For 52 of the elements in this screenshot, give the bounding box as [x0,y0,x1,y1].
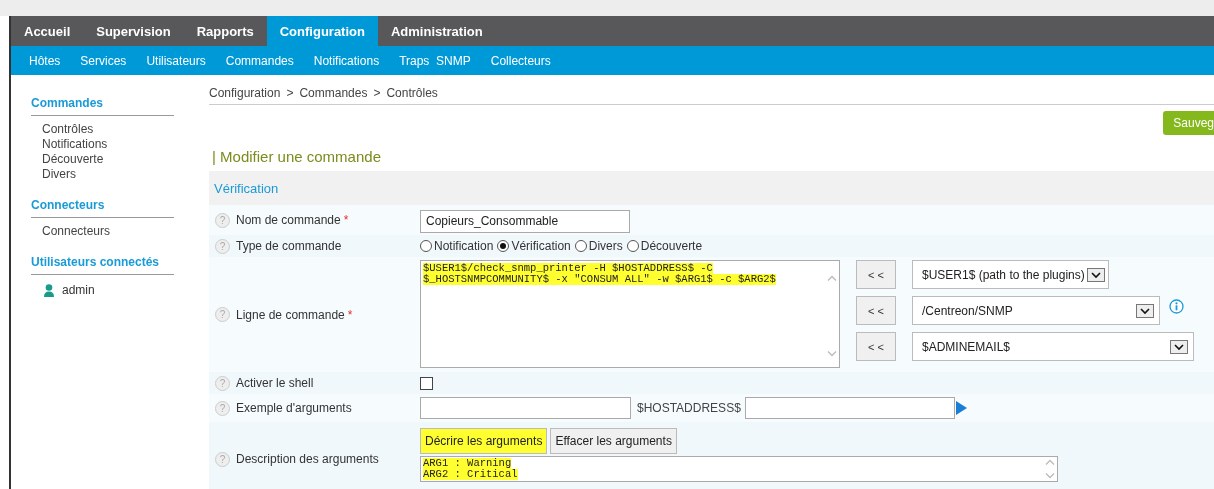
breadcrumb-separator: > [373,86,381,100]
macro-dropdown[interactable]: $ADMINEMAIL$ [912,332,1194,361]
sidebar-item[interactable]: Notifications [31,137,194,152]
action-button[interactable]: Effacer les arguments [550,428,677,454]
sidebar-heading: Commandes [31,94,174,116]
checkbox[interactable] [420,376,433,390]
field-label: Ligne de commande [236,307,345,322]
macro-dropdown[interactable]: $USER1$ (path to the plugins) [912,260,1109,289]
required-mark: * [347,307,353,322]
sidebar-item[interactable]: Divers [31,167,194,182]
nav-tab[interactable]: Supervision [83,16,184,46]
sidebar-item[interactable]: Contrôles [31,122,194,137]
radio-option[interactable]: Vérification [497,239,571,253]
description-field[interactable]: ARG1 : Warning ARG2 : Critical [420,456,1058,482]
scroll-up-icon [826,275,837,281]
section-title: Vérification [214,180,279,196]
scroll-up-icon [1044,459,1055,465]
action-button[interactable]: Décrire les arguments [420,428,548,454]
sidebar-heading: Connecteurs [31,196,174,218]
insert-button[interactable]: < < [856,260,896,289]
field-label: Type de commande [236,239,342,253]
radio-option[interactable]: Notification [420,239,494,253]
sidebar-heading: Utilisateurs connectés [31,253,174,275]
breadcrumb-separator: > [286,86,294,100]
insert-button[interactable]: < < [856,332,896,361]
page-title: | Modifier une commande [211,147,382,167]
scroll-down-icon [1044,473,1055,479]
macro-label: $HOSTADDRESS$ [637,401,741,415]
required-mark: * [343,213,349,227]
sidebar-item[interactable]: Connecteurs [31,224,194,239]
sidebar-item[interactable]: Découverte [31,152,194,167]
field-label: Nom de commande [236,213,341,227]
nav-tab[interactable]: Rapports [183,16,267,46]
command-line-field[interactable]: $USER1$/check_snmp_printer -H $HOSTADDRESS$ -C $_HOSTSNMPCOMMUNITY$ -x "CONSUM ALL" -w $ARG1$ -c $ARG2$ [420,260,840,368]
command-name-field[interactable]: Copieurs_Consommable [420,209,630,233]
insert-button[interactable]: < < [856,296,896,325]
breadcrumb-link[interactable]: Configuration [209,86,281,100]
macro-dropdown[interactable]: /Centreon/SNMP [912,296,1160,325]
host-address-field[interactable] [744,397,955,419]
breadcrumb-link[interactable]: Contrôles [386,86,438,100]
nav-tab[interactable]: Administration [377,16,496,46]
nav-tab[interactable]: Accueil [11,16,84,46]
user-name: admin [62,283,95,297]
breadcrumb-link[interactable]: Commandes [299,86,368,100]
user-icon [44,283,54,297]
field-label: Exemple d'arguments [236,401,352,415]
radio-option[interactable]: Divers [574,239,623,253]
radio-option[interactable]: Découverte [626,239,703,253]
field-label: Description des arguments [236,452,379,466]
field-label: Activer le shell [236,376,314,390]
scroll-down-icon [826,351,837,357]
arguments-field[interactable] [420,397,631,419]
